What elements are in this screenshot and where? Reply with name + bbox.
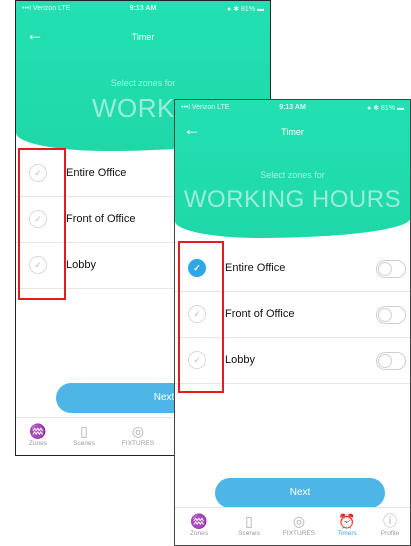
profile-icon: ⓘ [383,513,397,529]
bulb-icon: ◎ [131,423,145,439]
annotation-highlight-box [178,241,224,393]
zone-label: Entire Office [225,262,286,274]
zone-label: Front of Office [66,213,136,225]
bulb-icon: ◎ [292,513,306,529]
zone-toggle[interactable] [376,260,406,278]
tab-label: Timers [337,530,357,537]
toggle-knob [378,262,392,276]
tab-label: Zones [28,440,48,447]
tab-bar: ♒ Zones ▯ Scenes ◎ FIXTURES ⏰ Timers ⓘ P… [175,507,410,545]
zone-label: Lobby [66,259,96,271]
alarm-clock-icon: ⏰ [338,513,356,529]
door-icon: ▯ [245,513,253,529]
hero-subtitle: Select zones for [110,78,176,88]
next-button[interactable]: Next [215,478,385,508]
tab-label: FIXTURES [282,530,316,537]
battery-indicator: ● ✱ 81% ▬ [227,6,264,13]
tab-zones[interactable]: ♒ Zones [177,512,221,537]
toggle-knob [378,308,392,322]
zone-label: Lobby [225,354,255,366]
tab-fixtures[interactable]: ◎ FIXTURES [116,422,160,447]
tab-label: Zones [189,530,209,537]
tab-zones[interactable]: ♒ Zones [16,422,60,447]
annotation-highlight-box [18,148,66,300]
zone-label: Entire Office [66,167,127,179]
tree-icon: ♒ [190,513,208,529]
tab-timers[interactable]: ⏰ Timers [325,512,369,537]
tab-label: Scenes [238,530,260,537]
screen-title: Timer [131,32,155,42]
tab-scenes[interactable]: ▯ Scenes [62,422,106,447]
zone-label: Front of Office [225,308,295,320]
tab-profile[interactable]: ⓘ Profile [368,512,410,537]
hero-heading: WORKING HOURS [183,186,402,213]
hero-header: •••l Verizon LTE 9:13 AM ● ✱ 81% ▬ ← Tim… [175,100,410,238]
zone-toggle[interactable] [376,352,406,370]
tab-label: Profile [380,530,400,537]
tab-label: FIXTURES [121,440,155,447]
zone-toggle[interactable] [376,306,406,324]
door-icon: ▯ [80,423,88,439]
toggle-knob [378,354,392,368]
tree-icon: ♒ [29,423,47,439]
tab-label: Scenes [73,440,95,447]
tab-fixtures[interactable]: ◎ FIXTURES [277,512,321,537]
screen-title: Timer [281,127,304,137]
hero-subtitle: Select zones for [260,170,325,180]
battery-indicator: ● ✱ 81% ▬ [367,105,404,112]
tab-scenes[interactable]: ▯ Scenes [227,512,271,537]
